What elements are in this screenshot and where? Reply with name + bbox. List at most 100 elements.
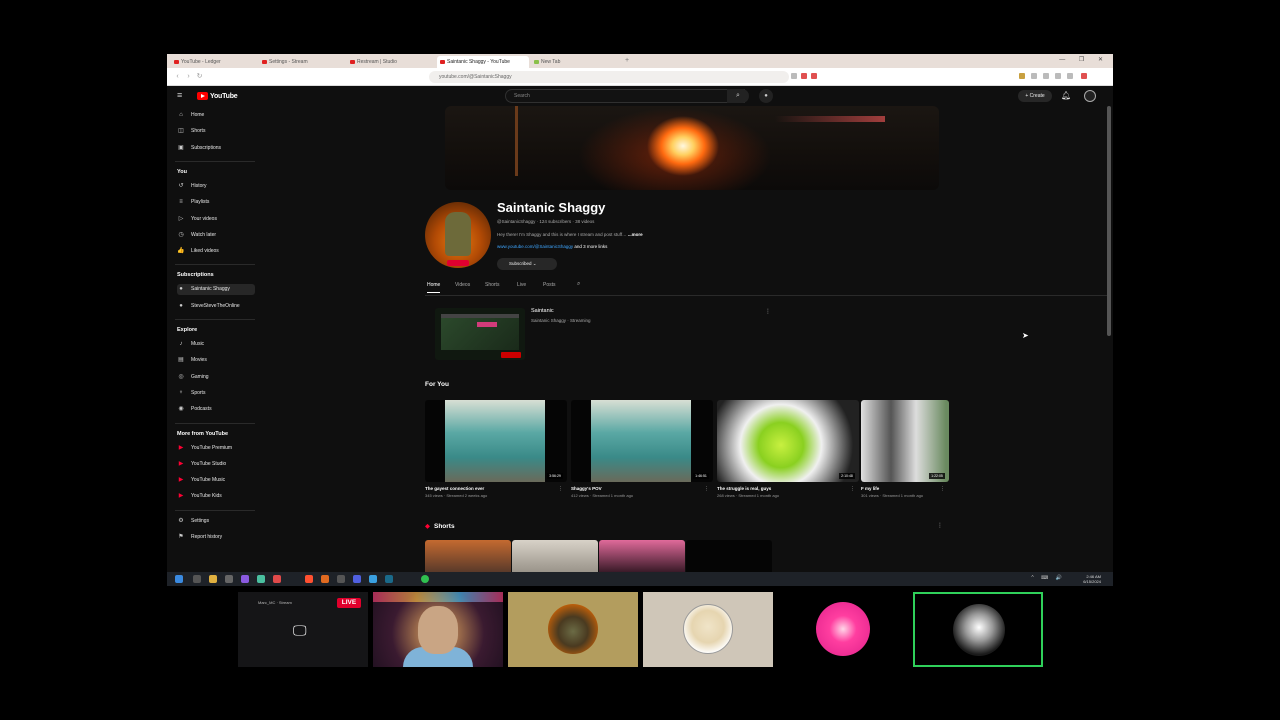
create-button[interactable]: + Create: [1018, 90, 1052, 102]
hamburger-menu-icon[interactable]: ≡: [177, 91, 187, 100]
taskbar-app-icon[interactable]: [369, 575, 377, 583]
more-link[interactable]: ...more: [628, 232, 643, 237]
reload-icon[interactable]: ↻: [195, 72, 204, 81]
sidebar-item[interactable]: ▶ YouTube Music: [177, 475, 257, 486]
account-avatar[interactable]: [1084, 90, 1096, 102]
tab-shorts[interactable]: Shorts: [485, 282, 499, 288]
live-video-title[interactable]: Saintanic: [531, 308, 554, 314]
page-scrollbar[interactable]: [1107, 106, 1111, 336]
channel-description[interactable]: Hey there! I'm Shaggy and this is where …: [497, 232, 643, 237]
extension-icon[interactable]: [801, 73, 807, 79]
taskbar-clock[interactable]: 2:46 AM 6/15/2024: [1083, 574, 1101, 584]
more-options-icon[interactable]: ⋮: [937, 522, 943, 529]
extension-icon[interactable]: [791, 73, 797, 79]
sidebar-item[interactable]: ▶ YouTube Studio: [177, 459, 257, 470]
video-card[interactable]: 3:56:29 The gayest connection ever 345 vie…: [425, 400, 567, 498]
sidebar-item[interactable]: ▤ Movies: [177, 355, 257, 366]
short-thumbnail[interactable]: [425, 540, 511, 572]
sidebar-item[interactable]: 👍 Liked videos: [177, 246, 257, 257]
tab-videos[interactable]: Videos: [455, 282, 470, 288]
browser-menu-icon[interactable]: [1081, 73, 1087, 79]
sidebar-item[interactable]: ⚙ Settings: [177, 516, 257, 527]
taskbar-app-icon[interactable]: [337, 575, 345, 583]
browser-tab[interactable]: YouTube - Ledger: [171, 56, 257, 68]
more-options-icon[interactable]: ⋮: [704, 486, 709, 492]
short-thumbnail[interactable]: [512, 540, 598, 572]
taskbar-app-icon[interactable]: [241, 575, 249, 583]
video-card[interactable]: 1:46:51 Shaggy's POV 412 views · Streamed …: [571, 400, 713, 498]
subscribed-button[interactable]: Subscribed ⌄: [497, 258, 557, 270]
video-title[interactable]: Shaggy's POV: [571, 486, 713, 491]
sidebar-heading-you[interactable]: You: [177, 169, 187, 175]
taskbar-app-icon[interactable]: [257, 575, 265, 583]
video-card[interactable]: 1:22:05 F my life 301 views · Streamed 1 m…: [861, 400, 949, 498]
sidebar-item[interactable]: ◷ Watch later: [177, 230, 257, 241]
new-tab-button[interactable]: +: [623, 57, 631, 65]
forward-icon[interactable]: ›: [184, 72, 193, 81]
video-thumbnail[interactable]: 1:22:05: [861, 400, 949, 482]
video-thumbnail[interactable]: 1:46:51: [571, 400, 713, 482]
search-taskbar-icon[interactable]: [193, 575, 201, 583]
video-thumbnail[interactable]: 2:10:48: [717, 400, 859, 482]
extension-icon[interactable]: [1031, 73, 1037, 79]
video-thumbnail[interactable]: 3:56:29: [425, 400, 567, 482]
taskbar-app-icon[interactable]: [353, 575, 361, 583]
extension-icon[interactable]: [1019, 73, 1025, 79]
browser-tab[interactable]: New Tab: [531, 56, 617, 68]
sidebar-item[interactable]: ▣ Subscriptions: [177, 143, 257, 154]
sidebar-item[interactable]: ▶ YouTube Premium: [177, 443, 257, 454]
brave-browser-icon[interactable]: [305, 575, 313, 583]
address-bar[interactable]: youtube.com/@SaintanicShaggy: [429, 71, 789, 83]
more-options-icon[interactable]: ⋮: [765, 308, 771, 315]
start-menu-icon[interactable]: [175, 575, 183, 583]
sidebar-item[interactable]: ▷ Your videos: [177, 214, 257, 225]
participant-tile-avatar[interactable]: [643, 592, 773, 667]
notifications-bell-icon[interactable]: 🔔︎: [1061, 90, 1071, 102]
channel-links[interactable]: www.youtube.com/@SaintanicShaggy and 3 m…: [497, 244, 607, 249]
video-title[interactable]: The struggle is real, guys: [717, 486, 859, 491]
voice-search-button[interactable]: ●: [759, 89, 773, 103]
extension-icon[interactable]: [1055, 73, 1061, 79]
channel-link[interactable]: www.youtube.com/@SaintanicShaggy: [497, 244, 573, 249]
browser-tab[interactable]: Restream | Studio: [347, 56, 433, 68]
extension-icon[interactable]: [1067, 73, 1073, 79]
sidebar-item[interactable]: ↺ History: [177, 181, 257, 192]
window-controls[interactable]: — ❐ ✕: [1059, 56, 1109, 63]
taskbar-app-icon[interactable]: [385, 575, 393, 583]
participant-tile-screenshare[interactable]: Marc_MC · Stream LIVE 🖵: [238, 592, 368, 667]
tab-home[interactable]: Home: [427, 282, 441, 293]
sidebar-item[interactable]: ◫ Shorts: [177, 126, 257, 137]
sidebar-item[interactable]: ♆ Sports: [177, 388, 257, 399]
live-video-thumbnail[interactable]: [435, 308, 525, 360]
search-button[interactable]: ⌕: [727, 89, 749, 103]
participant-tile-speaking[interactable]: [913, 592, 1043, 667]
sidebar-item[interactable]: ● Saintanic Shaggy: [177, 284, 255, 296]
short-thumbnail[interactable]: [599, 540, 685, 572]
participant-tile-avatar[interactable]: [778, 592, 908, 667]
taskbar-app-icon[interactable]: [321, 575, 329, 583]
participant-tile-avatar[interactable]: [508, 592, 638, 667]
sidebar-item[interactable]: ▶ YouTube Kids: [177, 491, 257, 502]
extension-icon[interactable]: [1043, 73, 1049, 79]
file-explorer-icon[interactable]: [209, 575, 217, 583]
sidebar-item[interactable]: ♪ Music: [177, 339, 257, 350]
browser-tab[interactable]: Settings - Stream: [259, 56, 345, 68]
short-thumbnail[interactable]: [686, 540, 772, 572]
tab-posts[interactable]: Posts: [543, 282, 556, 288]
more-options-icon[interactable]: ⋮: [850, 486, 855, 492]
channel-avatar[interactable]: [425, 202, 491, 268]
more-links[interactable]: and 3 more links: [574, 244, 607, 249]
tab-live[interactable]: Live: [517, 282, 526, 288]
sidebar-item[interactable]: ≡ Playlists: [177, 197, 257, 208]
taskbar-app-icon[interactable]: [273, 575, 281, 583]
video-title[interactable]: F my life: [861, 486, 949, 491]
sidebar-item[interactable]: ● SteveSteveTheOnline: [177, 301, 257, 312]
extension-icon[interactable]: [811, 73, 817, 79]
more-options-icon[interactable]: ⋮: [940, 486, 945, 492]
spotify-icon[interactable]: [421, 575, 429, 583]
browser-tab-active[interactable]: Saintanic Shaggy - YouTube: [437, 56, 529, 68]
video-title[interactable]: The gayest connection ever: [425, 486, 567, 491]
channel-search-icon[interactable]: ⌕: [577, 281, 580, 288]
sidebar-item[interactable]: ◎ Gaming: [177, 372, 257, 383]
back-icon[interactable]: ‹: [173, 72, 182, 81]
